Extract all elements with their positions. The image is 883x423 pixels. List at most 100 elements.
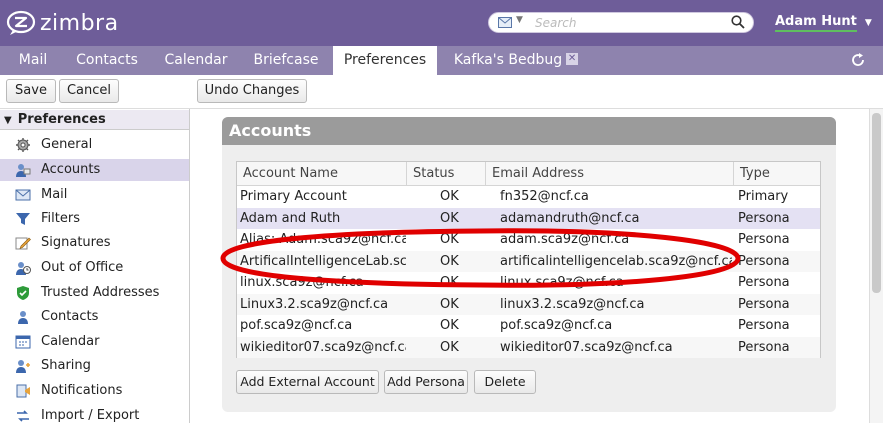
- tab-mail[interactable]: Mail: [6, 46, 60, 75]
- add-persona-button[interactable]: Add Persona: [384, 370, 468, 394]
- tab-kafkas-bedbug[interactable]: Kafka's Bedbug ✕: [448, 46, 584, 75]
- content-scrollbar[interactable]: [869, 109, 883, 423]
- search-bar: ▼: [488, 12, 754, 33]
- sidebar-item-label: Trusted Addresses: [41, 285, 160, 300]
- search-type-dropdown-icon[interactable]: ▼: [516, 15, 523, 25]
- sharing-icon: [16, 360, 30, 373]
- tab-calendar[interactable]: Calendar: [155, 46, 237, 75]
- status-cell: OK: [440, 210, 459, 226]
- account-name-cell: Primary Account: [240, 189, 347, 204]
- status-cell: OK: [440, 189, 459, 204]
- status-cell: OK: [440, 318, 459, 333]
- type-cell: Persona: [738, 339, 790, 355]
- search-input[interactable]: [535, 14, 715, 31]
- email-cell: linux.sca9z@ncf.ca: [500, 275, 624, 290]
- type-cell: Persona: [738, 275, 790, 290]
- delete-button[interactable]: Delete: [474, 370, 536, 394]
- status-cell: OK: [440, 232, 459, 247]
- preferences-sidebar: ▼ Preferences General Accounts Mail Filte…: [0, 109, 190, 423]
- table-row[interactable]: Alias: Adam.sca9z@ncf.ca OK adam.sca9z@n…: [237, 229, 820, 251]
- sidebar-heading[interactable]: ▼ Preferences: [0, 110, 189, 130]
- sidebar-item-general[interactable]: General: [0, 134, 189, 156]
- zimbra-logo-icon: [6, 10, 36, 35]
- mail-type-icon[interactable]: [498, 17, 512, 28]
- search-icon[interactable]: [731, 15, 745, 29]
- table-row[interactable]: wikieditor07.sca9z@ncf.ca OK wikieditor0…: [237, 336, 820, 358]
- sidebar-item-accounts[interactable]: Accounts: [0, 159, 189, 181]
- email-cell: wikieditor07.sca9z@ncf.ca: [500, 339, 673, 355]
- sidebar-item-signatures[interactable]: Signatures: [0, 232, 189, 254]
- sidebar-item-sharing[interactable]: Sharing: [0, 355, 189, 377]
- email-cell: artificalintelligencelab.sca9z@ncf.ca: [500, 253, 732, 269]
- sidebar-item-notifications[interactable]: Notifications: [0, 380, 189, 402]
- sidebar-item-label: Mail: [41, 187, 68, 202]
- sidebar-item-mail[interactable]: Mail: [0, 184, 189, 206]
- type-cell: Persona: [738, 318, 790, 333]
- gear-icon: [16, 138, 30, 152]
- type-cell: Persona: [738, 232, 790, 247]
- status-cell: OK: [440, 296, 459, 312]
- add-external-account-button[interactable]: Add External Account: [236, 370, 379, 394]
- undo-changes-button[interactable]: Undo Changes: [197, 79, 307, 103]
- column-header-type[interactable]: Type: [734, 162, 820, 186]
- contact-icon: [18, 311, 28, 324]
- tab-preferences[interactable]: Preferences: [333, 46, 437, 75]
- cancel-button[interactable]: Cancel: [59, 79, 119, 103]
- email-cell: adam.sca9z@ncf.ca: [500, 232, 630, 247]
- mail-icon: [15, 189, 31, 201]
- notification-icon: [16, 384, 30, 398]
- zimbra-logo[interactable]: zimbra: [6, 9, 119, 37]
- table-row[interactable]: pof.sca9z@ncf.ca OK pof.sca9z@ncf.ca Per…: [237, 315, 820, 337]
- tab-kafkas-bedbug-label: Kafka's Bedbug: [453, 52, 563, 68]
- top-header: zimbra ▼ Adam Hunt ▼: [0, 0, 883, 46]
- column-header-email-address[interactable]: Email Address: [486, 162, 734, 186]
- logo-text: zimbra: [40, 10, 119, 36]
- refresh-icon[interactable]: [850, 52, 866, 68]
- sidebar-item-label: Signatures: [41, 235, 111, 250]
- sidebar-item-label: Notifications: [41, 383, 123, 398]
- type-cell: Persona: [738, 210, 790, 226]
- account-name-cell: wikieditor07.sca9z@ncf.ca: [240, 339, 406, 355]
- email-cell: pof.sca9z@ncf.ca: [500, 318, 613, 333]
- user-name: Adam Hunt: [775, 14, 857, 32]
- account-name-cell: Adam and Ruth: [240, 210, 341, 226]
- sidebar-item-trusted-addresses[interactable]: Trusted Addresses: [0, 282, 189, 304]
- column-header-account-name[interactable]: Account Name: [237, 162, 407, 186]
- sidebar-item-label: Out of Office: [41, 260, 124, 275]
- sidebar-item-out-of-office[interactable]: Out of Office: [0, 257, 189, 279]
- table-row[interactable]: linux.sca9z@ncf.ca OK linux.sca9z@ncf.ca…: [237, 272, 820, 294]
- type-cell: Persona: [738, 296, 790, 312]
- account-name-cell: linux.sca9z@ncf.ca: [240, 275, 364, 290]
- save-button[interactable]: Save: [6, 79, 56, 103]
- sidebar-item-import-export[interactable]: Import / Export: [0, 405, 189, 423]
- tab-briefcase[interactable]: Briefcase: [245, 46, 327, 75]
- sidebar-item-contacts[interactable]: Contacts: [0, 306, 189, 328]
- chevron-down-icon: ▼: [864, 18, 872, 28]
- shield-icon: [17, 286, 29, 300]
- close-icon[interactable]: ✕: [566, 53, 579, 65]
- column-header-status[interactable]: Status: [407, 162, 486, 186]
- signature-icon: [15, 237, 31, 250]
- table-row[interactable]: Adam and Ruth OK adamandruth@ncf.ca Pers…: [237, 207, 820, 229]
- type-cell: Persona: [738, 253, 790, 269]
- out-of-office-icon: [16, 262, 31, 275]
- sidebar-item-label: General: [41, 137, 93, 152]
- type-cell: Primary: [738, 189, 789, 204]
- collapse-triangle-icon[interactable]: ▼: [4, 115, 12, 126]
- account-name-cell: ArtificalIntelligenceLab.sca9z@ncf.ca: [240, 253, 406, 269]
- table-row[interactable]: Primary Account OK fn352@ncf.ca Primary: [237, 186, 820, 208]
- accounts-table: Account Name Status Email Address Type P…: [236, 161, 821, 358]
- sidebar-item-filters[interactable]: Filters: [0, 208, 189, 230]
- tab-contacts[interactable]: Contacts: [66, 46, 148, 75]
- calendar-icon: [15, 335, 31, 349]
- sidebar-heading-label: Preferences: [17, 112, 106, 127]
- sidebar-item-calendar[interactable]: Calendar: [0, 331, 189, 353]
- table-row[interactable]: ArtificalIntelligenceLab.sca9z@ncf.ca OK…: [237, 250, 820, 272]
- scrollbar-thumb[interactable]: [872, 113, 881, 293]
- account-name-cell: Linux3.2.sca9z@ncf.ca: [240, 296, 389, 312]
- table-row[interactable]: Linux3.2.sca9z@ncf.ca OK linux3.2.sca9z@…: [237, 293, 820, 315]
- status-cell: OK: [440, 253, 459, 269]
- sidebar-item-label: Import / Export: [41, 408, 140, 423]
- user-menu[interactable]: Adam Hunt ▼: [775, 14, 872, 32]
- sidebar-item-label: Filters: [41, 211, 80, 226]
